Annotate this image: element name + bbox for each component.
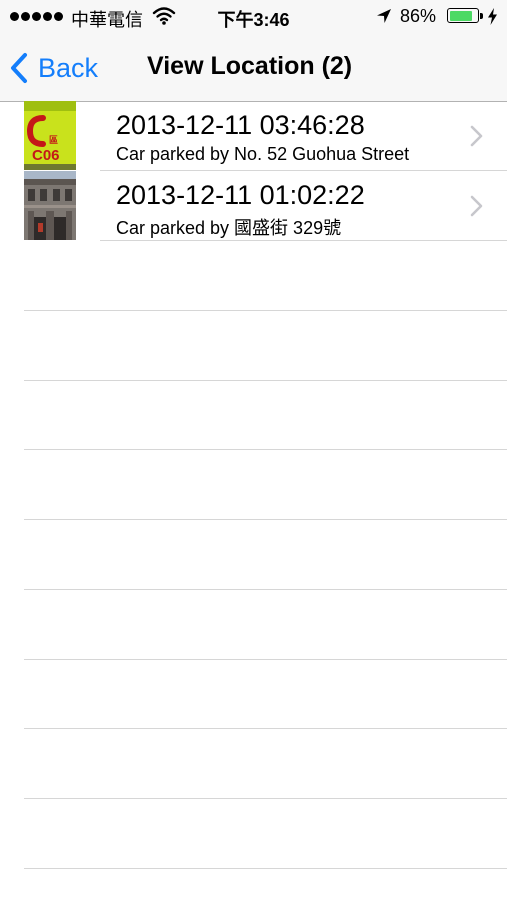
back-button[interactable]: Back [10,50,98,86]
row-separator [24,728,507,730]
location-row[interactable]: 2013-12-11 01:02:22 Car parked by 國盛街 32… [0,171,507,241]
disclosure-chevron-icon [470,195,483,217]
navigation-bar: Back View Location (2) [0,34,507,102]
row-timestamp: 2013-12-11 03:46:28 [116,110,365,140]
page-title: View Location (2) [147,52,353,80]
row-separator [24,797,507,799]
svg-text:區: 區 [49,135,58,145]
row-timestamp: 2013-12-11 01:02:22 [116,180,365,210]
row-description: Car parked by No. 52 Guohua Street [116,144,410,164]
disclosure-chevron-icon [470,125,483,147]
row-separator [24,379,507,381]
location-row[interactable]: 區 C06 2013-12-11 03:46:28 Car parked by … [0,101,507,171]
row-description: Car parked by 國盛街 329號 [116,218,342,238]
parking-sign-text: C06 [32,147,60,164]
row-separator [24,658,507,660]
row-separator [100,240,507,241]
charging-bolt-icon [488,8,497,25]
row-separator [24,519,507,521]
row-separator [24,867,507,869]
back-label: Back [38,52,99,83]
battery-tip [480,13,483,19]
back-chevron-icon [11,53,27,83]
battery-icon [447,8,479,23]
status-bar: 中華電信 下午3:46 86% [0,0,507,34]
row-separator [24,449,507,451]
parking-sign-thumbnail: 區 C06 [24,101,76,170]
row-separator [24,310,507,311]
row-separator [24,588,507,590]
battery-level-fill [449,10,472,21]
building-thumbnail [24,171,76,240]
location-arrow-icon [377,9,391,23]
battery-percent: 86% [400,6,437,26]
